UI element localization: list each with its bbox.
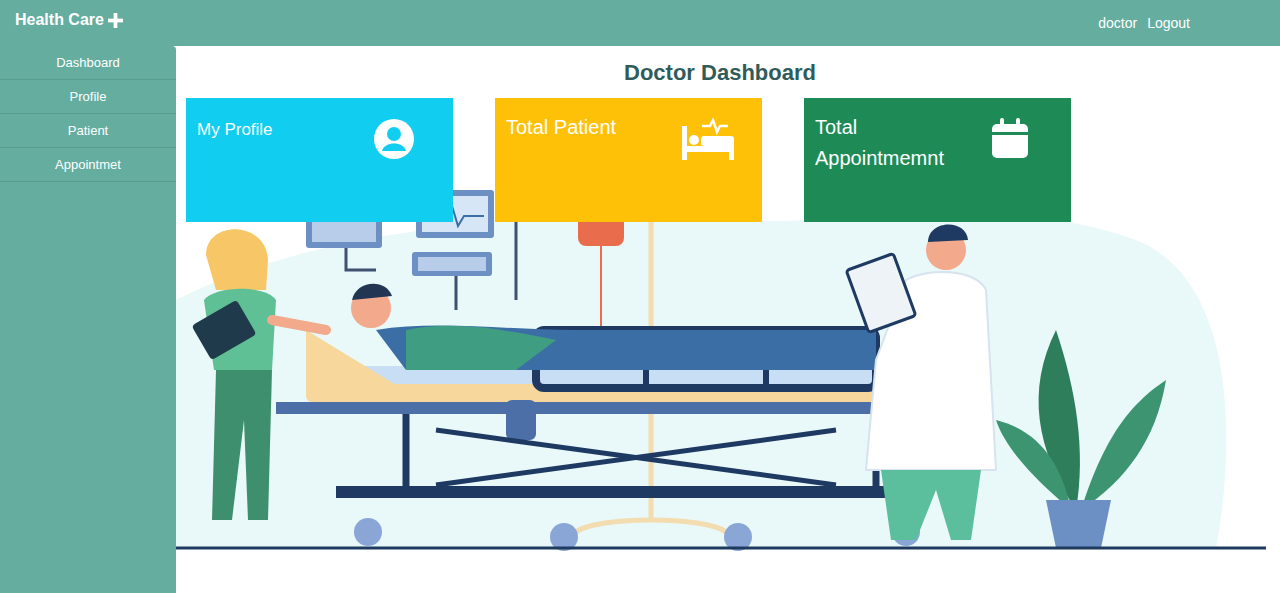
dashboard-card[interactable]: Total Patient xyxy=(495,98,762,222)
top-bar: Health Care doctor Logout xyxy=(0,0,1280,46)
user-links: doctor Logout xyxy=(1098,15,1190,31)
card-row: My Profile Total Patient Total Appointmemn… xyxy=(186,98,1270,222)
page-title: Doctor Dashboard xyxy=(186,60,1270,86)
calendar-icon xyxy=(992,118,1028,158)
sidebar-item[interactable]: Profile xyxy=(0,80,176,114)
card-label: Total Patient xyxy=(506,112,616,143)
card-label: Total Appointmemnt xyxy=(815,112,950,174)
hospital-bed-icon xyxy=(682,118,734,160)
sidebar-item[interactable]: Patient xyxy=(0,114,176,148)
hospital-illustration-icon xyxy=(176,180,1266,552)
sidebar-item[interactable]: Appointmet xyxy=(0,148,176,182)
dashboard-card[interactable]: Total Appointmemnt xyxy=(804,98,1071,222)
logout-link[interactable]: Logout xyxy=(1147,15,1190,31)
main-content: Doctor Dashboard My Profile Total Patient T… xyxy=(176,46,1280,593)
user-name[interactable]: doctor xyxy=(1098,15,1137,31)
dashboard-card[interactable]: My Profile xyxy=(186,98,453,222)
brand-title[interactable]: Health Care xyxy=(15,11,104,29)
plus-icon xyxy=(108,13,123,28)
brand[interactable]: Health Care xyxy=(15,11,123,29)
sidebar: DashboardProfilePatientAppointmet xyxy=(0,46,176,593)
user-circle-icon xyxy=(374,119,414,159)
sidebar-item[interactable]: Dashboard xyxy=(0,46,176,80)
card-label: My Profile xyxy=(197,120,273,140)
app: Health Care doctor Logout DashboardProfileP… xyxy=(0,0,1280,593)
body: DashboardProfilePatientAppointmetDoctor … xyxy=(0,46,1280,593)
